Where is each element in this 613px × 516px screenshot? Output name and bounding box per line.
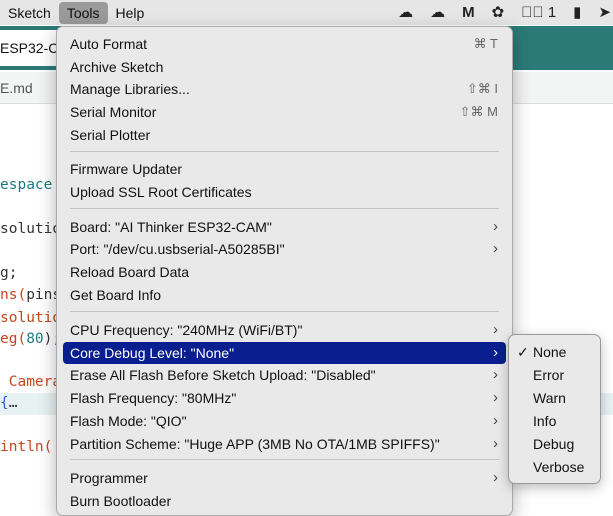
submenu-item-label: Error [533,367,565,383]
menu-item[interactable]: Partition Scheme: "Huge APP (3MB No OTA/… [63,433,506,455]
menu-tools[interactable]: Tools [58,1,108,24]
menu-item-label: Upload SSL Root Certificates [70,184,252,200]
code-line: eg(80); [0,331,62,347]
menu-item[interactable]: Programmer › [63,467,506,489]
menu-item[interactable]: Archive Sketch [63,56,506,78]
submenu-item-warn[interactable]: Warn [517,387,566,409]
menu-item[interactable]: Serial Plotter [63,124,506,146]
menu-item-label: Burn Bootloader [70,493,172,509]
drive-icon[interactable]: ▮ [573,0,581,25]
submenu-item-label: Verbose [533,459,585,475]
chevron-right-icon: › [493,366,498,383]
shortcut-label: ⇧⌘ I [466,81,498,96]
malwarebytes-icon[interactable]: M [462,0,475,25]
code-line: {… [0,395,18,411]
menu-item-label: Port: "/dev/cu.usbserial-A50285BI" [70,241,285,257]
submenu-item-info[interactable]: Info [517,410,556,432]
menu-item[interactable]: Board: "AI Thinker ESP32-CAM" › [63,216,506,238]
file-tab-readme[interactable]: E.md [0,80,33,96]
submenu-item-verbose[interactable]: Verbose [517,456,584,478]
submenu-item-none[interactable]: ✓ None [517,341,566,363]
chevron-right-icon: › [493,469,498,486]
chevron-right-icon: › [493,344,498,361]
menu-item-label: Core Debug Level: "None" [70,345,235,361]
menu-item-label: Serial Plotter [70,127,151,143]
menu-item[interactable]: Port: "/dev/cu.usbserial-A50285BI" › [63,238,506,260]
menu-item[interactable]: Get Board Info [63,284,506,306]
menu-item-label: Serial Monitor [70,104,157,120]
menu-separator [70,208,499,209]
sketch-tab[interactable]: ESP32-CA [0,30,60,66]
code-line: solutio [0,221,62,237]
submenu-item-label: Warn [533,390,566,406]
core-debug-level-submenu: ✓ None Error Warn Info Debug Verbose [508,334,601,484]
submenu-item-debug[interactable]: Debug [517,433,574,455]
code-line: ns(pins [0,287,62,303]
chevron-right-icon: › [493,435,498,452]
onedrive-icon[interactable]: ☁ [430,0,445,25]
checkmark-icon: ✓ [517,344,529,360]
menu-item-label: Flash Mode: "QIO" [70,413,187,429]
code-line: espace [0,177,53,193]
menu-separator [70,151,499,152]
menu-item-label: Flash Frequency: "80MHz" [70,390,237,406]
menu-item-label: Manage Libraries... [70,81,190,97]
arrow-app-icon[interactable]: ➤ [598,0,611,25]
chevron-right-icon: › [493,240,498,257]
menu-item-label: Firmware Updater [70,161,183,177]
tasks-icon[interactable]: ✓⃝ 1 [521,0,556,25]
menu-help[interactable]: Help [108,2,153,24]
chatgpt-icon[interactable]: ✿ [492,0,505,25]
menu-item-label: Erase All Flash Before Sketch Upload: "D… [70,367,376,383]
menu-item[interactable]: Burn Bootloader [63,490,506,512]
chevron-right-icon: › [493,218,498,235]
creative-cloud-icon[interactable]: ☁ [398,0,413,25]
menu-item[interactable]: Serial Monitor ⇧⌘ M [63,101,506,123]
chevron-right-icon: › [493,389,498,406]
menu-item[interactable]: Reload Board Data [63,261,506,283]
shortcut-label: ⌘ T [473,36,498,51]
menu-item[interactable]: Flash Mode: "QIO" › [63,410,506,432]
menu-item-label: Auto Format [70,36,148,52]
menu-item[interactable]: CPU Frequency: "240MHz (WiFi/BT)" › [63,319,506,341]
menu-item[interactable]: Upload SSL Root Certificates [63,181,506,203]
chevron-right-icon: › [493,412,498,429]
tools-menu: Auto Format ⌘ T Archive Sketch Manage Libra… [56,26,513,516]
code-line: Camera [0,374,62,390]
code-line: solutio [0,310,62,326]
status-tray: ☁ ☁ M ✿ ✓⃝ 1 ▮ ➤ [398,0,613,25]
menu-item-label: Board: "AI Thinker ESP32-CAM" [70,219,272,235]
chevron-right-icon: › [493,321,498,338]
submenu-item-label: None [533,344,567,360]
menu-item-label: CPU Frequency: "240MHz (WiFi/BT)" [70,322,303,338]
code-line: g; [0,265,18,281]
submenu-item-label: Info [533,413,557,429]
menu-item-label: Get Board Info [70,287,162,303]
menu-separator [70,311,499,312]
menu-item-label: Reload Board Data [70,264,190,280]
submenu-item-error[interactable]: Error [517,364,564,386]
submenu-item-label: Debug [533,436,575,452]
menu-item-label: Partition Scheme: "Huge APP (3MB No OTA/… [70,436,440,452]
menu-item[interactable]: Manage Libraries... ⇧⌘ I [63,78,506,100]
tasks-count: 1 [547,4,557,21]
menu-item[interactable]: Flash Frequency: "80MHz" › [63,387,506,409]
menu-item[interactable]: Erase All Flash Before Sketch Upload: "D… [63,364,506,386]
menu-sketch[interactable]: Sketch [0,2,59,24]
shortcut-label: ⇧⌘ M [459,104,498,119]
menu-item-label: Programmer [70,470,148,486]
menu-item-label: Archive Sketch [70,59,164,75]
menu-item[interactable]: Auto Format ⌘ T [63,33,506,55]
menu-separator [70,459,499,460]
menu-item[interactable]: Firmware Updater [63,158,506,180]
menu-bar: Sketch Tools Help ☁ ☁ M ✿ ✓⃝ 1 ▮ ➤ [0,0,613,25]
code-line: intln(' [0,439,61,455]
menu-item[interactable]: Core Debug Level: "None" › [63,342,506,364]
